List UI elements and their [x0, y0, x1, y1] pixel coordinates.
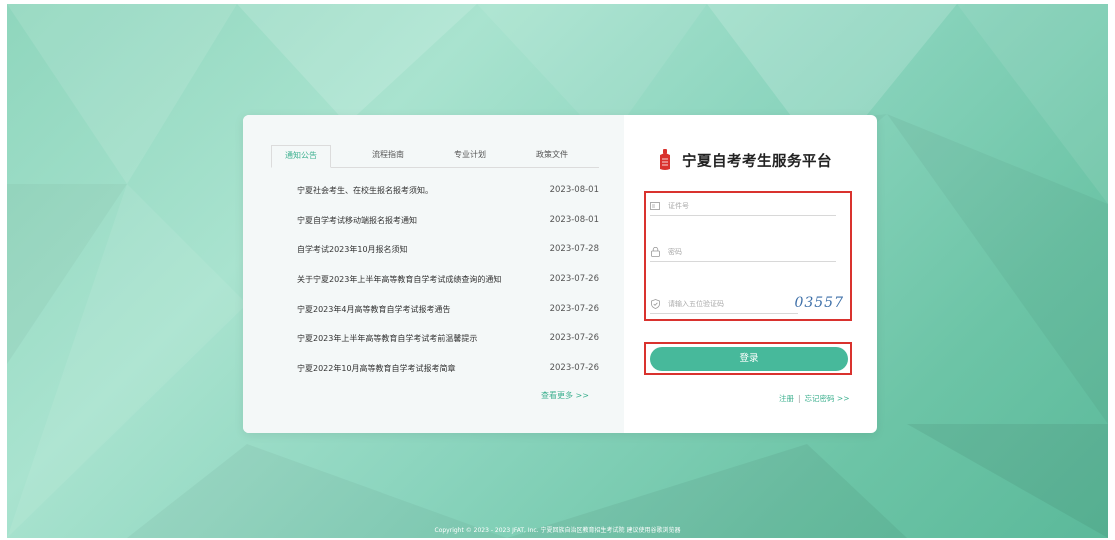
captcha-image[interactable]: 03557: [794, 295, 844, 311]
login-button[interactable]: 登录: [650, 347, 848, 371]
account-links: 注册 | 忘记密码 >>: [779, 393, 849, 404]
tab-policy-docs[interactable]: 政策文件: [523, 145, 581, 166]
seal-logo-icon: [660, 149, 670, 170]
id-number-placeholder: 证件号: [668, 202, 689, 210]
news-title[interactable]: 宁夏2023年上半年高等教育自学考试考前温馨提示: [297, 333, 477, 344]
login-panel: 宁夏自考考生服务平台 证件号 密码 请输入五位验证码 03557 登录 注册 |…: [624, 115, 877, 433]
list-item[interactable]: 宁夏社会考生、在校生报名报考须知。 2023-08-01: [271, 177, 601, 207]
news-date: 2023-07-26: [549, 333, 599, 344]
tab-process-guide[interactable]: 流程指南: [359, 145, 417, 166]
login-form-highlight: 证件号 密码 请输入五位验证码 03557: [644, 191, 852, 321]
view-more-link[interactable]: 查看更多 >>: [541, 390, 589, 401]
news-date: 2023-07-26: [549, 274, 599, 285]
link-separator: |: [798, 394, 801, 403]
news-title[interactable]: 关于宁夏2023年上半年高等教育自学考试成绩查询的通知: [297, 274, 501, 285]
register-link[interactable]: 注册: [779, 394, 794, 403]
captcha-field[interactable]: 请输入五位验证码: [650, 295, 798, 314]
id-number-field[interactable]: 证件号: [650, 197, 836, 216]
news-date: 2023-07-26: [549, 303, 599, 314]
list-item[interactable]: 宁夏2022年10月高等教育自学考试报考简章 2023-07-26: [271, 355, 601, 385]
list-item[interactable]: 自学考试2023年10月报名须知 2023-07-28: [271, 236, 601, 266]
news-title[interactable]: 宁夏2023年4月高等教育自学考试报考通告: [297, 304, 450, 315]
id-card-icon: [650, 201, 660, 211]
list-item[interactable]: 宁夏2023年4月高等教育自学考试报考通告 2023-07-26: [271, 296, 601, 326]
news-title[interactable]: 自学考试2023年10月报名须知: [297, 244, 408, 255]
news-title[interactable]: 宁夏社会考生、在校生报名报考须知。: [297, 185, 433, 196]
lock-icon: [650, 247, 660, 257]
list-item[interactable]: 宁夏自学考试移动端报名报考通知 2023-08-01: [271, 207, 601, 237]
news-date: 2023-07-28: [549, 244, 599, 255]
tab-notices[interactable]: 通知公告: [271, 145, 331, 168]
platform-title: 宁夏自考考生服务平台: [682, 153, 832, 170]
tab-bar: 通知公告 流程指南 专业计划 政策文件: [271, 145, 599, 168]
news-title[interactable]: 宁夏2022年10月高等教育自学考试报考简章: [297, 363, 456, 374]
news-panel: 通知公告 流程指南 专业计划 政策文件 宁夏社会考生、在校生报名报考须知。 20…: [243, 115, 624, 433]
brand-header: 宁夏自考考生服务平台: [658, 148, 832, 172]
tab-major-plan[interactable]: 专业计划: [441, 145, 499, 166]
password-field[interactable]: 密码: [650, 243, 836, 262]
copyright-footer: Copyright © 2023 - 2023 JFAT, Inc. 宁夏回族自…: [434, 527, 681, 534]
news-title[interactable]: 宁夏自学考试移动端报名报考通知: [297, 215, 417, 226]
captcha-placeholder: 请输入五位验证码: [668, 300, 724, 308]
news-date: 2023-08-01: [549, 214, 599, 225]
list-item[interactable]: 宁夏2023年上半年高等教育自学考试考前温馨提示 2023-07-26: [271, 325, 601, 355]
login-button-highlight: 登录: [644, 342, 852, 375]
password-placeholder: 密码: [668, 248, 682, 256]
news-date: 2023-08-01: [549, 185, 599, 195]
main-card: 通知公告 流程指南 专业计划 政策文件 宁夏社会考生、在校生报名报考须知。 20…: [243, 115, 877, 433]
list-item[interactable]: 关于宁夏2023年上半年高等教育自学考试成绩查询的通知 2023-07-26: [271, 266, 601, 296]
news-list: 宁夏社会考生、在校生报名报考须知。 2023-08-01 宁夏自学考试移动端报名…: [271, 177, 601, 385]
news-date: 2023-07-26: [549, 363, 599, 374]
shield-check-icon: [650, 299, 660, 309]
forgot-password-link[interactable]: 忘记密码 >>: [805, 394, 850, 403]
